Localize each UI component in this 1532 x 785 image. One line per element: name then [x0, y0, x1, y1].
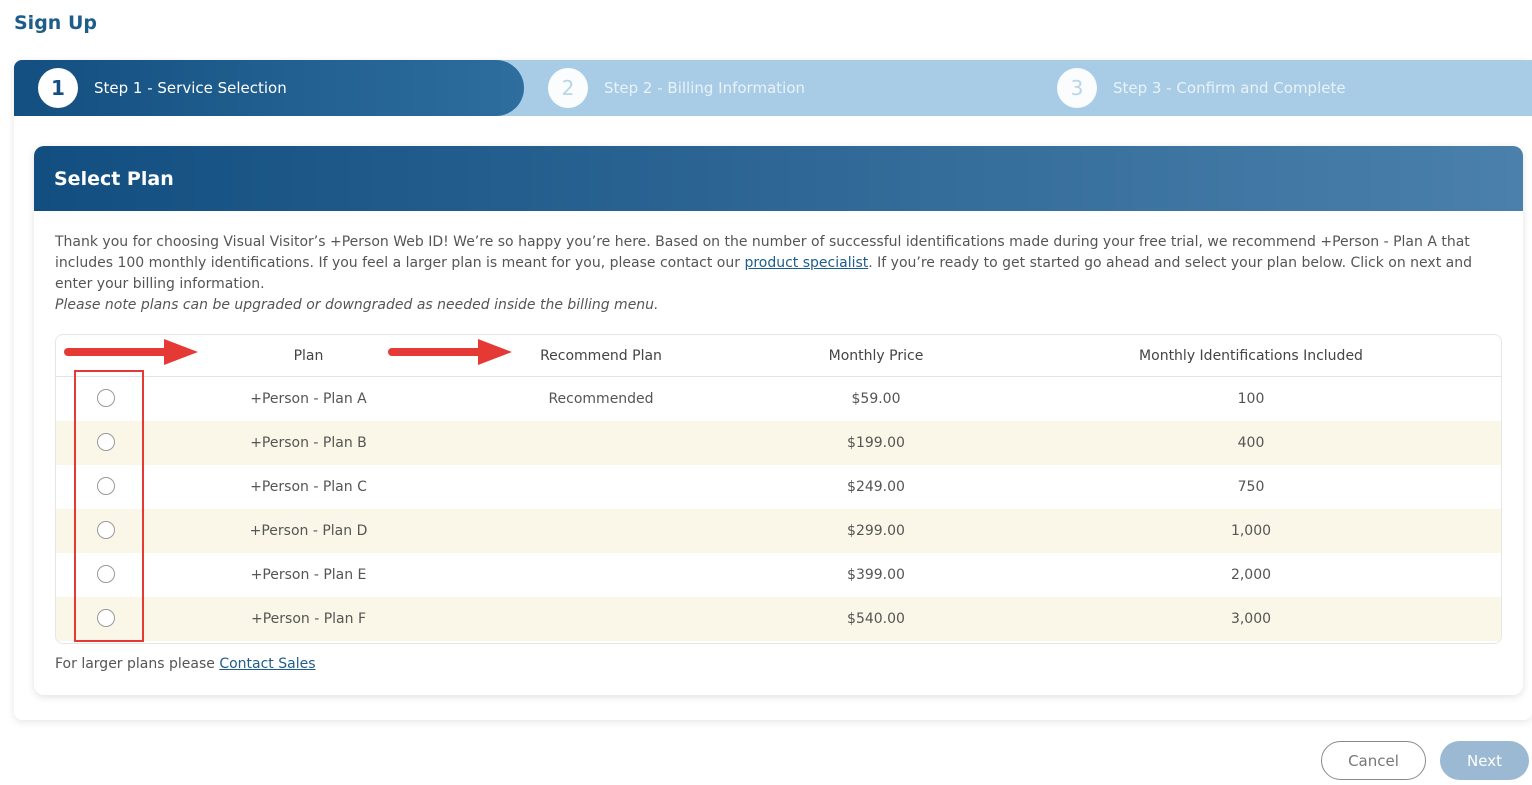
header-plan: Plan [293, 347, 324, 364]
intro-note: Please note plans can be upgraded or dow… [55, 297, 659, 313]
plan-name: +Person - Plan C [250, 479, 367, 495]
plan-price: $540.00 [847, 611, 905, 627]
plan-d-radio[interactable] [97, 521, 115, 539]
plan-table: Plan Recommend Plan Monthly Price Monthl… [55, 334, 1502, 644]
step-3-number: 3 [1057, 68, 1097, 108]
plan-name: +Person - Plan E [250, 567, 367, 583]
step-2-label: Step 2 - Billing Information [604, 79, 805, 97]
next-button[interactable]: Next [1440, 741, 1529, 780]
step-2[interactable]: 2 Step 2 - Billing Information [548, 60, 805, 116]
plan-a-radio[interactable] [97, 389, 115, 407]
table-header: Plan Recommend Plan Monthly Price Monthl… [56, 335, 1501, 377]
plan-identifications: 3,000 [1230, 611, 1272, 627]
table-row[interactable]: +Person - Plan D $299.00 1,000 [56, 509, 1501, 553]
product-specialist-link[interactable]: product specialist [744, 255, 868, 271]
step-2-number: 2 [548, 68, 588, 108]
table-row[interactable]: +Person - Plan A Recommended $59.00 100 [56, 377, 1501, 421]
table-row[interactable]: +Person - Plan E $399.00 2,000 [56, 553, 1501, 597]
page-title: Sign Up [14, 12, 97, 34]
step-3-label: Step 3 - Confirm and Complete [1113, 79, 1346, 97]
cancel-button[interactable]: Cancel [1321, 741, 1426, 780]
plan-identifications: 2,000 [1230, 567, 1272, 583]
plan-name: +Person - Plan D [249, 523, 368, 539]
intro-text: Thank you for choosing Visual Visitor’s … [55, 232, 1485, 316]
contact-sales-link[interactable]: Contact Sales [219, 656, 315, 672]
plan-price: $399.00 [847, 567, 905, 583]
table-row[interactable]: +Person - Plan F $540.00 3,000 [56, 597, 1501, 641]
recommended-label: Recommended [548, 391, 654, 407]
header-recommend-plan: Recommend Plan [540, 347, 662, 364]
header-monthly-price: Monthly Price [828, 347, 924, 364]
plan-price: $59.00 [851, 391, 901, 407]
plan-b-radio[interactable] [97, 433, 115, 451]
plan-price: $199.00 [847, 435, 905, 451]
table-row[interactable]: +Person - Plan C $249.00 750 [56, 465, 1501, 509]
plan-identifications: 750 [1237, 479, 1265, 495]
step-1[interactable]: 1 Step 1 - Service Selection [38, 60, 287, 116]
step-1-label: Step 1 - Service Selection [94, 79, 287, 97]
table-row[interactable]: +Person - Plan B $199.00 400 [56, 421, 1501, 465]
header-monthly-identifications: Monthly Identifications Included [1139, 347, 1363, 364]
plan-name: +Person - Plan A [250, 391, 367, 407]
plan-e-radio[interactable] [97, 565, 115, 583]
plan-price: $299.00 [847, 523, 905, 539]
plan-name: +Person - Plan B [250, 435, 367, 451]
larger-plans-label: For larger plans please [55, 656, 220, 672]
select-plan-title: Select Plan [54, 167, 174, 190]
stepper: 1 Step 1 - Service Selection 2 Step 2 - … [14, 60, 1532, 116]
step-3[interactable]: 3 Step 3 - Confirm and Complete [1057, 60, 1346, 116]
plan-price: $249.00 [847, 479, 905, 495]
larger-plans-text: For larger plans please Contact Sales [55, 656, 316, 672]
plan-identifications: 400 [1237, 435, 1265, 451]
plan-identifications: 100 [1237, 391, 1265, 407]
select-plan-card: Select Plan Thank you for choosing Visua… [34, 146, 1523, 695]
plan-identifications: 1,000 [1230, 523, 1272, 539]
plan-name: +Person - Plan F [250, 611, 366, 627]
step-1-number: 1 [38, 68, 78, 108]
plan-f-radio[interactable] [97, 609, 115, 627]
select-plan-header: Select Plan [34, 146, 1523, 211]
plan-c-radio[interactable] [97, 477, 115, 495]
